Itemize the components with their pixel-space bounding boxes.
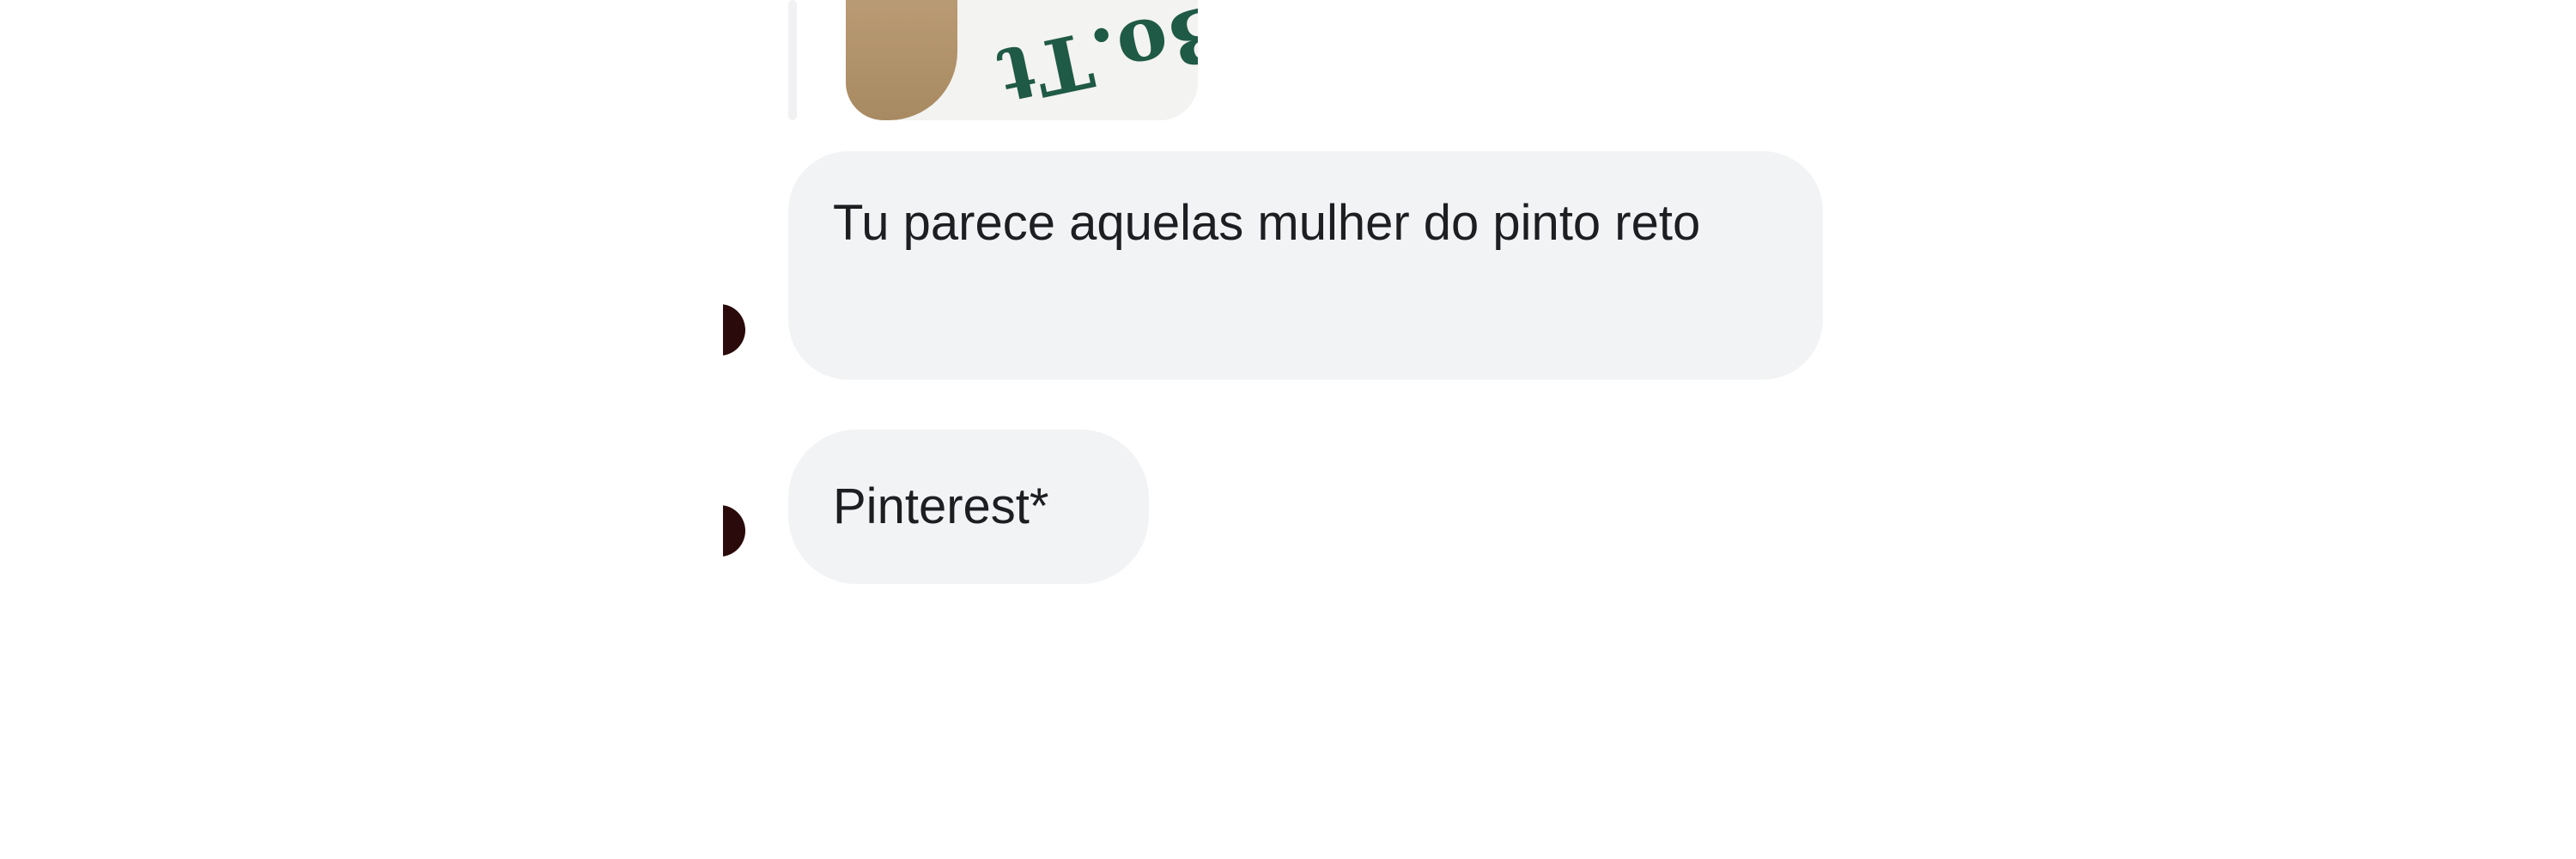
message-text: Tu parece aquelas mulher do pinto reto <box>833 195 1701 251</box>
message-bubble[interactable]: Pinterest* <box>788 430 1149 584</box>
chat-thread: Bo.Tt Tu parece aquelas mulher do pinto … <box>0 0 2576 859</box>
avatar-mask <box>678 283 723 369</box>
message-text: Pinterest* <box>833 478 1049 534</box>
shared-photo[interactable]: Bo.Tt <box>846 0 1198 120</box>
message-bubble[interactable]: Tu parece aquelas mulher do pinto reto <box>788 151 1823 380</box>
avatar-mask <box>678 485 723 571</box>
reply-indicator-bar <box>788 0 797 120</box>
